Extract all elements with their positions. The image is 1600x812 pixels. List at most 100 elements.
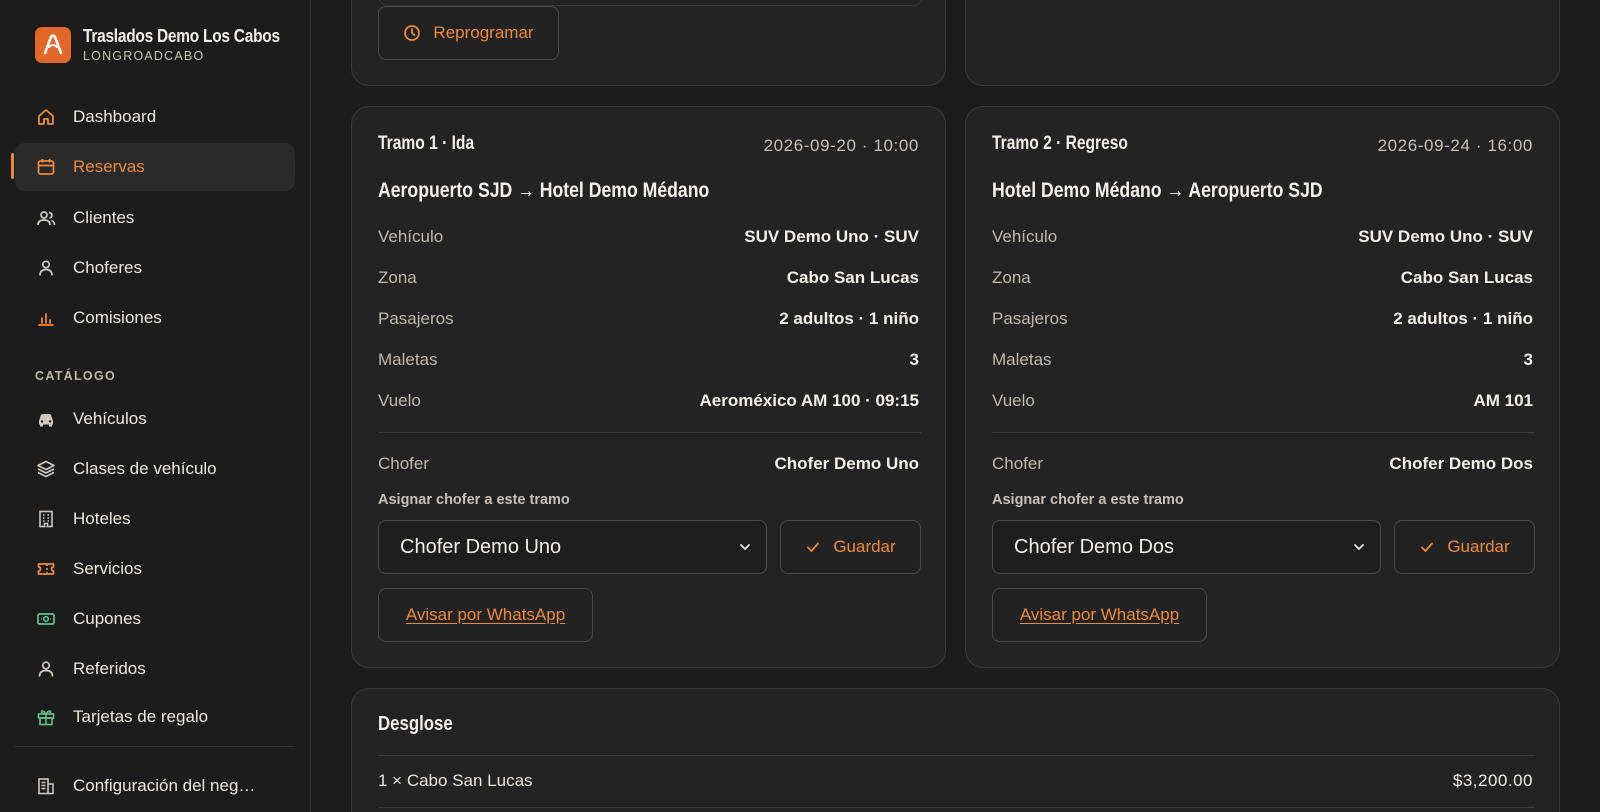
user-icon — [36, 659, 56, 679]
check-icon — [807, 542, 820, 552]
sidebar-item-reservas[interactable]: Reservas — [15, 143, 295, 191]
reprogramar-button[interactable]: Reprogramar — [378, 6, 559, 60]
leg-card-1: Tramo 1 · Ida 2026-09-20 · 10:00 Aeropue… — [351, 106, 946, 668]
leg-card-2: Tramo 2 · Regreso 2026-09-24 · 16:00 Hot… — [965, 106, 1560, 668]
sidebar-item-configuracion[interactable]: Configuración del neg… — [15, 762, 295, 810]
row-label: Vuelo — [992, 391, 1035, 410]
save-driver-button[interactable]: Guardar — [1394, 520, 1535, 574]
sidebar-item-label: Tarjetas de regalo — [73, 707, 209, 726]
leg-route: Aeropuerto SJD → Hotel Demo Médano — [378, 179, 710, 202]
chevron-down-icon — [740, 544, 750, 551]
row-value: 3 — [909, 350, 919, 369]
driver-label: Chofer — [992, 454, 1044, 473]
leg-datetime: 2026-09-20 · 10:00 — [763, 136, 919, 155]
sidebar-item-label: Clientes — [73, 208, 135, 227]
brand[interactable]: Traslados Demo Los Cabos LONGROADCABO — [35, 26, 312, 63]
catalog-section-label: CATÁLOGO — [35, 369, 116, 383]
sidebar-item-vehiculos[interactable]: Vehículos — [15, 395, 295, 443]
sidebar-item-label: Clases de vehículo — [73, 459, 217, 478]
previous-field — [378, 0, 923, 6]
bar-chart-icon — [36, 308, 56, 328]
sidebar-item-choferes[interactable]: Choferes — [15, 244, 295, 292]
leg-title: Tramo 2 · Regreso — [992, 133, 1128, 154]
row-label: Pasajeros — [992, 309, 1068, 328]
sidebar-item-label: Reservas — [73, 157, 145, 176]
check-icon — [1421, 542, 1434, 552]
previous-card-right — [965, 0, 1560, 86]
leg-title: Tramo 1 · Ida — [378, 133, 475, 154]
desglose-line-amount: $3,200.00 — [1452, 771, 1533, 790]
office-building-icon — [36, 776, 56, 796]
sidebar-item-label: Configuración del neg… — [73, 776, 256, 795]
sidebar-item-clases-vehiculo[interactable]: Clases de vehículo — [15, 445, 295, 493]
sidebar-item-dashboard[interactable]: Dashboard — [15, 93, 295, 141]
desglose-card: Desglose 1 × Cabo San Lucas $3,200.00 — [351, 688, 1560, 812]
save-label: Guardar — [1447, 537, 1510, 556]
whatsapp-notify-button[interactable]: Avisar por WhatsApp — [378, 588, 593, 642]
sidebar-item-label: Cupones — [73, 609, 142, 628]
row-value: Aeroméxico AM 100 · 09:15 — [699, 391, 919, 410]
desglose-line-label: 1 × Cabo San Lucas — [378, 771, 533, 790]
car-icon — [36, 409, 56, 429]
building-icon — [36, 509, 56, 529]
divider — [992, 432, 1535, 433]
brand-subtitle: LONGROADCABO — [83, 49, 205, 63]
previous-card-left: Reprogramar — [351, 0, 946, 86]
sidebar-item-label: Vehículos — [73, 409, 147, 428]
ticket-icon — [36, 559, 56, 579]
save-driver-button[interactable]: Guardar — [780, 520, 921, 574]
row-value: Cabo San Lucas — [1400, 268, 1533, 287]
sidebar-item-tarjetas-regalo[interactable]: Tarjetas de regalo — [15, 695, 295, 739]
row-label: Maletas — [378, 350, 438, 369]
active-indicator — [11, 153, 14, 179]
banknote-icon — [36, 609, 56, 629]
clock-icon — [404, 25, 421, 41]
users-icon — [36, 208, 56, 228]
row-label: Zona — [378, 268, 417, 287]
divider — [378, 807, 1535, 808]
sidebar-item-cupones[interactable]: Cupones — [15, 595, 295, 643]
sidebar-item-clientes[interactable]: Clientes — [15, 194, 295, 242]
sidebar-item-label: Comisiones — [73, 308, 162, 327]
driver-value: Chofer Demo Dos — [1389, 454, 1533, 473]
sidebar-item-servicios[interactable]: Servicios — [15, 545, 295, 593]
driver-value: Chofer Demo Uno — [774, 454, 920, 473]
row-value: 2 adultos · 1 niño — [1393, 309, 1533, 328]
sidebar: Traslados Demo Los Cabos LONGROADCABO Da… — [0, 0, 311, 812]
divider — [378, 432, 921, 433]
assign-driver-label: Asignar chofer a este tramo — [378, 492, 570, 508]
sidebar-item-label: Hoteles — [73, 509, 131, 528]
sidebar-divider — [15, 746, 295, 747]
whatsapp-notify-button[interactable]: Avisar por WhatsApp — [992, 588, 1207, 642]
sidebar-item-label: Choferes — [73, 258, 142, 277]
row-value: Cabo San Lucas — [786, 268, 919, 287]
row-label: Pasajeros — [378, 309, 454, 328]
row-label: Vehículo — [378, 227, 444, 246]
save-label: Guardar — [833, 537, 896, 556]
driver-select-value: Chofer Demo Uno — [400, 535, 562, 558]
divider — [378, 755, 1535, 756]
row-value: SUV Demo Uno · SUV — [744, 227, 919, 246]
home-icon — [36, 107, 56, 127]
row-value: AM 101 — [1473, 391, 1533, 410]
calendar-icon — [36, 157, 56, 177]
sidebar-item-referidos[interactable]: Referidos — [15, 645, 295, 693]
row-label: Vehículo — [992, 227, 1058, 246]
layers-icon — [36, 459, 56, 479]
row-value: SUV Demo Uno · SUV — [1358, 227, 1533, 246]
reprogramar-label: Reprogramar — [433, 23, 534, 42]
sidebar-item-hoteles[interactable]: Hoteles — [15, 495, 295, 543]
row-label: Vuelo — [378, 391, 421, 410]
driver-select[interactable]: Chofer Demo Uno — [378, 520, 767, 574]
sidebar-item-label: Dashboard — [73, 107, 157, 126]
sidebar-item-comisiones[interactable]: Comisiones — [15, 294, 295, 342]
brand-name: Traslados Demo Los Cabos — [83, 26, 280, 46]
driver-select[interactable]: Chofer Demo Dos — [992, 520, 1381, 574]
sidebar-item-label: Servicios — [73, 559, 142, 578]
desglose-title: Desglose — [378, 713, 453, 735]
row-value: 2 adultos · 1 niño — [779, 309, 919, 328]
row-value: 3 — [1523, 350, 1533, 369]
sidebar-item-label: Referidos — [73, 659, 146, 678]
row-label: Maletas — [992, 350, 1052, 369]
brand-logo-icon — [35, 26, 71, 63]
